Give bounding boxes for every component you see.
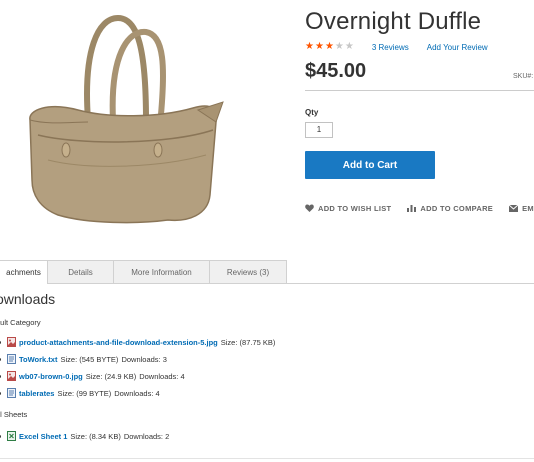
file-size: Size: (24.9 KB) [85, 371, 137, 381]
product-title: Overnight Duffle [305, 8, 482, 35]
file-size: Size: (8.34 KB) [70, 431, 121, 441]
text-file-icon [7, 388, 16, 398]
heart-icon [305, 204, 314, 212]
qty-input[interactable]: 1 [305, 122, 333, 138]
compare-label: ADD TO COMPARE [420, 203, 494, 213]
excel-file-icon [7, 431, 16, 441]
file-size: Size: (545 BYTE) [60, 354, 119, 364]
add-review-link[interactable]: Add Your Review [427, 43, 488, 52]
file-link[interactable]: wb07-brown-0.jpg [19, 372, 83, 381]
category-title-excel: el Sheets [0, 410, 28, 419]
email-label: EMAI [522, 203, 534, 213]
bullet [0, 357, 1, 361]
file-size: Size: (87.75 KB) [220, 337, 276, 347]
file-row: tablerates Size: (99 BYTE) Downloads: 4 [0, 387, 160, 399]
category-title-default: ault Category [0, 318, 41, 327]
file-size: Size: (99 BYTE) [57, 388, 112, 398]
star-icon: ★ [324, 41, 334, 52]
envelope-icon [509, 204, 519, 212]
divider [305, 90, 534, 91]
file-downloads: Downloads: 4 [139, 371, 185, 381]
compare-icon [407, 205, 417, 212]
product-tabs: achments Details More Information Review… [0, 260, 287, 284]
add-to-wish-list-button[interactable]: ADD TO WISH LIST [305, 204, 391, 213]
qty-label: Qty [305, 108, 319, 117]
file-link[interactable]: ToWork.txt [19, 355, 57, 364]
file-link[interactable]: Excel Sheet 1 [19, 432, 67, 441]
rating-stars: ★ ★ ★ ★ ★ [305, 42, 354, 52]
star-icon: ★ [305, 41, 314, 52]
file-row: ToWork.txt Size: (545 BYTE) Downloads: 3 [0, 353, 167, 365]
add-to-compare-button[interactable]: ADD TO COMPARE [407, 204, 493, 213]
bottom-divider [0, 458, 534, 459]
file-link[interactable]: tablerates [19, 389, 54, 398]
image-file-icon [7, 337, 16, 347]
email-button[interactable]: EMAI [509, 204, 534, 213]
product-price: $45.00 [305, 60, 367, 82]
text-file-icon [7, 354, 16, 364]
tab-divider [47, 283, 534, 284]
star-icon: ★ [344, 41, 354, 52]
star-icon: ★ [334, 41, 344, 52]
downloads-heading: ownloads [0, 291, 56, 307]
file-downloads: Downloads: 4 [114, 388, 160, 398]
reviews-link[interactable]: 3 Reviews [372, 43, 409, 52]
rating-row: ★ ★ ★ ★ ★ 3 Reviews Add Your Review [305, 40, 488, 54]
product-image-duffle-bag [29, 14, 224, 224]
bullet [0, 434, 1, 438]
tab-details[interactable]: Details [48, 260, 114, 284]
star-icon: ★ [314, 41, 324, 52]
tab-more-information[interactable]: More Information [114, 260, 210, 284]
add-to-cart-button[interactable]: Add to Cart [305, 151, 435, 179]
file-downloads: Downloads: 2 [123, 431, 170, 441]
product-actions: ADD TO WISH LIST ADD TO COMPARE EMAI [305, 202, 534, 214]
file-row: product-attachments-and-file-download-ex… [0, 336, 278, 348]
bullet [0, 391, 1, 395]
sku-label: SKU#: [513, 73, 534, 80]
bullet [0, 374, 1, 378]
image-file-icon [7, 371, 16, 381]
bullet [0, 340, 1, 344]
file-row: Excel Sheet 1 Size: (8.34 KB) Downloads:… [0, 430, 169, 442]
tab-attachments[interactable]: achments [0, 260, 48, 284]
file-row: wb07-brown-0.jpg Size: (24.9 KB) Downloa… [0, 370, 185, 382]
tab-reviews[interactable]: Reviews (3) [210, 260, 287, 284]
file-link[interactable]: product-attachments-and-file-download-ex… [19, 338, 218, 347]
wish-list-label: ADD TO WISH LIST [318, 203, 392, 213]
file-downloads: Downloads: 3 [121, 354, 167, 364]
